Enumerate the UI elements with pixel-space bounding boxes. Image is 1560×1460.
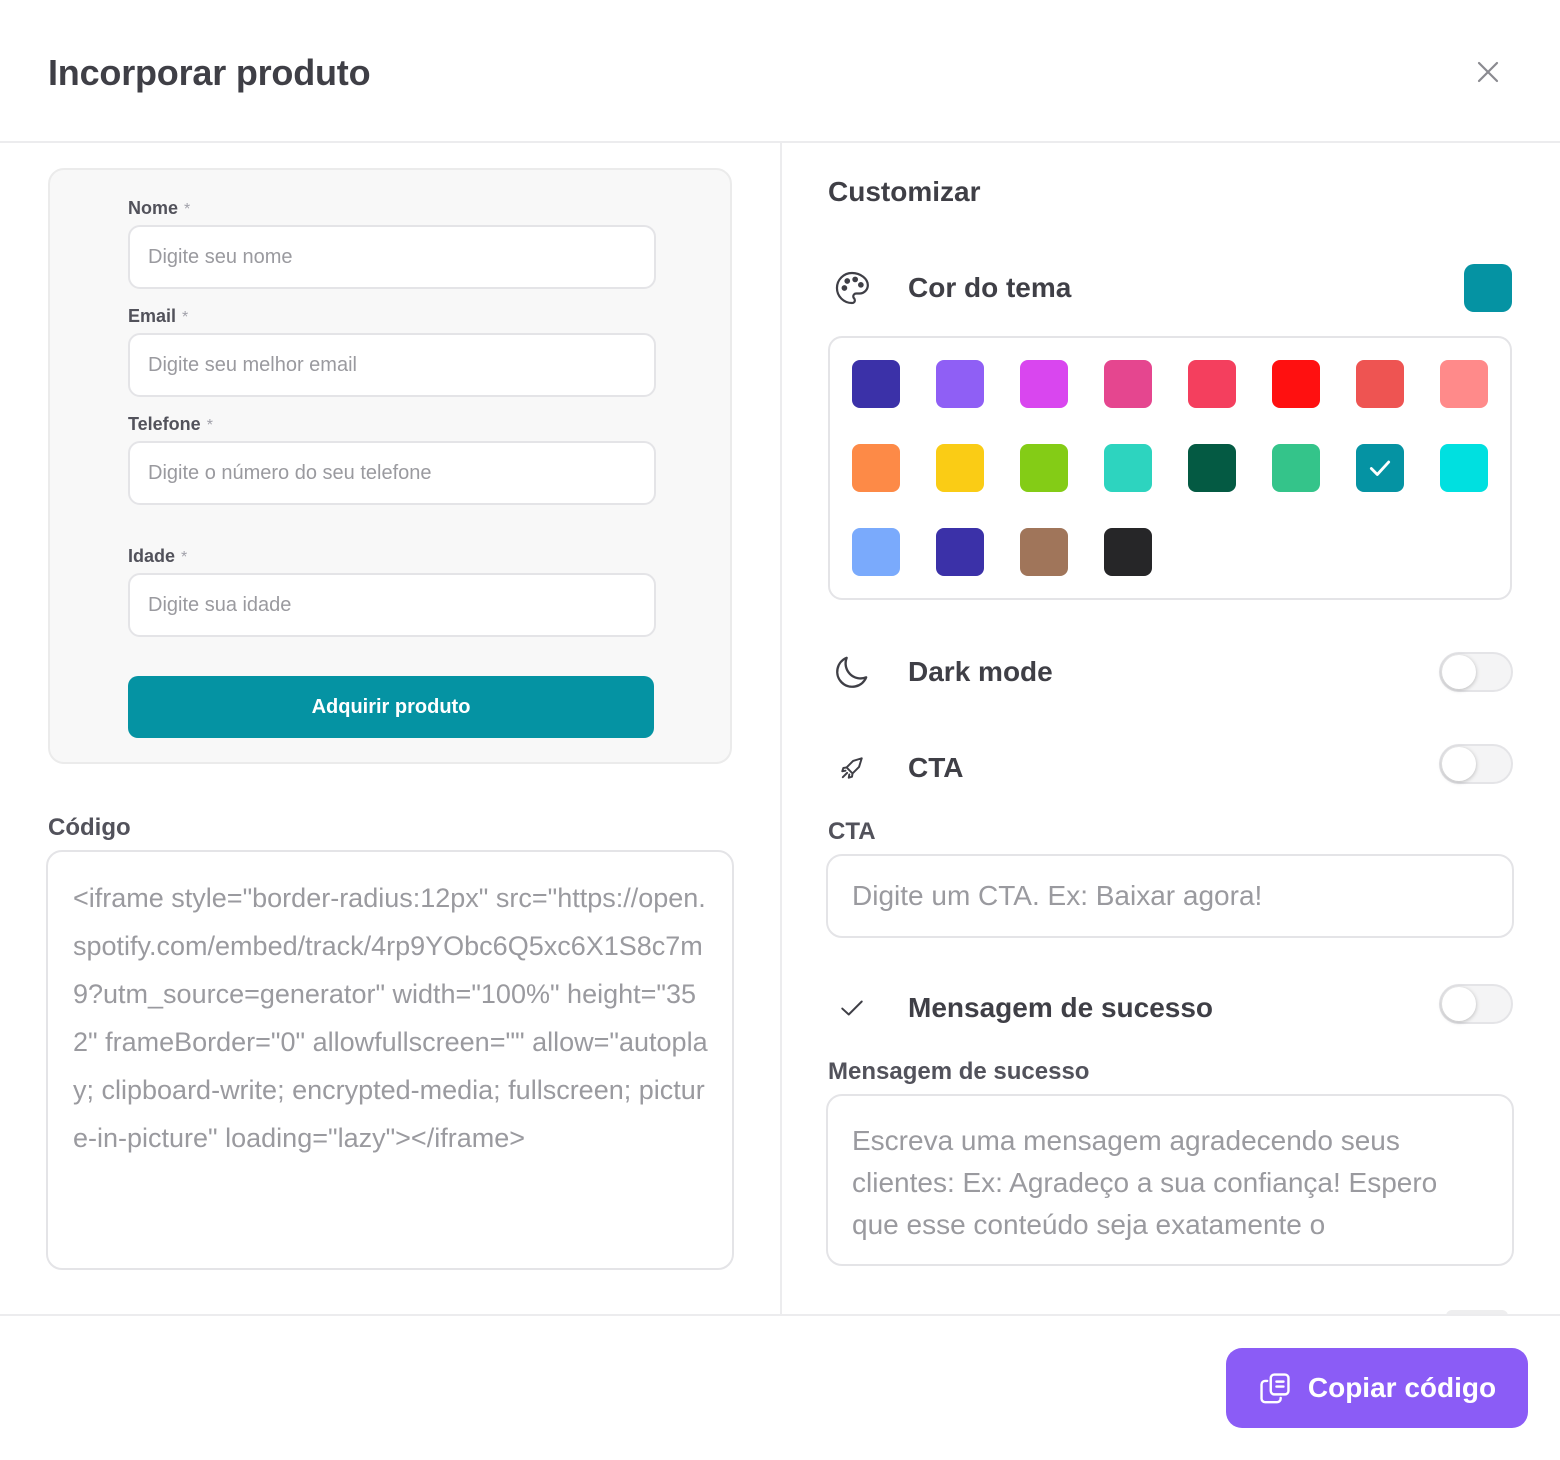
customize-title: Customizar [828, 176, 981, 207]
email-label: Email * [128, 306, 189, 326]
cta-field-label: CTA [828, 818, 876, 845]
success-message-label: Mensagem de sucesso [908, 992, 1214, 1023]
moon-icon [830, 650, 874, 694]
check-icon [830, 986, 874, 1030]
color-swatch[interactable] [1104, 360, 1152, 408]
close-icon [1477, 61, 1499, 83]
color-swatch[interactable] [936, 444, 984, 492]
toggle-knob [1442, 747, 1476, 781]
color-swatch[interactable] [1356, 360, 1404, 408]
color-swatch[interactable] [936, 528, 984, 576]
phone-label: Telefone * [128, 414, 213, 434]
color-swatch[interactable] [1104, 444, 1152, 492]
code-label: Código [48, 814, 131, 841]
cta-toggle[interactable] [1439, 744, 1513, 784]
copy-icon [1260, 1373, 1290, 1404]
color-swatch[interactable] [852, 528, 900, 576]
toggle-knob [1442, 655, 1476, 689]
phone-input[interactable]: Digite o número do seu telefone [128, 441, 656, 505]
color-swatch[interactable] [852, 444, 900, 492]
age-label: Idade * [128, 546, 188, 566]
color-swatch[interactable] [1020, 360, 1068, 408]
color-swatch[interactable] [1440, 444, 1488, 492]
color-palette [828, 336, 1512, 600]
color-swatch[interactable] [1188, 360, 1236, 408]
buy-product-button[interactable]: Adquirir produto [128, 676, 654, 738]
color-swatch[interactable] [1272, 444, 1320, 492]
modal-title: Incorporar produto [48, 52, 371, 93]
copy-code-button[interactable]: Copiar código [1226, 1348, 1528, 1428]
color-swatch[interactable] [1020, 528, 1068, 576]
cta-input[interactable]: Digite um CTA. Ex: Baixar agora! [826, 854, 1514, 938]
panel-divider [780, 143, 782, 1315]
dark-mode-label: Dark mode [908, 656, 1053, 687]
selected-check-icon [1369, 460, 1391, 476]
color-swatch[interactable] [1440, 360, 1488, 408]
name-input[interactable]: Digite seu nome [128, 225, 656, 289]
color-swatch[interactable] [1188, 444, 1236, 492]
close-button[interactable] [1466, 50, 1510, 94]
color-swatch[interactable] [1356, 444, 1404, 492]
footer-divider [0, 1314, 1560, 1316]
embed-code-textarea[interactable]: <iframe style="border-radius:12px" src="… [46, 850, 734, 1270]
modal-header: Incorporar produto [0, 0, 1560, 143]
palette-icon [830, 266, 874, 310]
age-input[interactable]: Digite sua idade [128, 573, 656, 637]
dark-mode-toggle[interactable] [1439, 652, 1513, 692]
toggle-knob [1442, 987, 1476, 1021]
copy-code-label: Copiar código [1307, 1372, 1497, 1403]
name-label: Nome * [128, 198, 191, 218]
theme-color-preview[interactable] [1464, 264, 1512, 312]
success-message-toggle[interactable] [1439, 984, 1513, 1024]
color-swatch[interactable] [936, 360, 984, 408]
success-message-field-label: Mensagem de sucesso [828, 1058, 1090, 1085]
product-form-preview: Nome * Digite seu nome Email * Digite seu … [48, 168, 732, 764]
color-swatch[interactable] [1272, 360, 1320, 408]
color-swatch[interactable] [1104, 528, 1152, 576]
email-input[interactable]: Digite seu melhor email [128, 333, 656, 397]
color-swatch[interactable] [852, 360, 900, 408]
color-swatch[interactable] [1020, 444, 1068, 492]
success-message-textarea[interactable]: Escreva uma mensagem agradecendo seus cl… [826, 1094, 1514, 1266]
cta-label: CTA [908, 752, 964, 783]
rocket-icon [830, 746, 874, 790]
theme-color-label: Cor do tema [908, 272, 1072, 303]
